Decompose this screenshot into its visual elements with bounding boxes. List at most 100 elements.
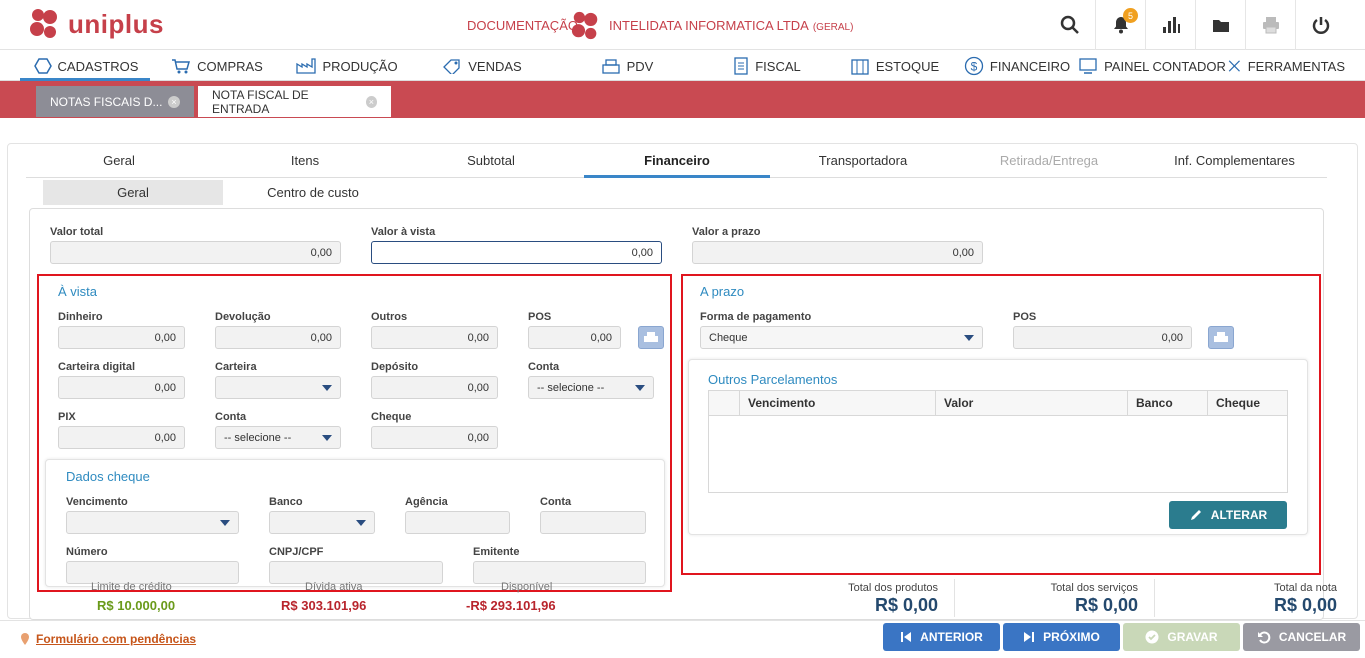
menu-fiscal[interactable]: FISCAL [702,51,832,81]
proximo-button[interactable]: PRÓXIMO [1003,623,1120,651]
chevron-down-icon [964,335,974,341]
tab-retirada-entrega[interactable]: Retirada/Entrega [956,147,1142,178]
alterar-button[interactable]: ALTERAR [1169,501,1287,529]
pos-prazo-label: POS [1013,311,1037,323]
doc-tab-notas-fiscais[interactable]: NOTAS FISCAIS D... × [36,86,194,117]
pos-prazo-button[interactable] [1208,326,1234,349]
tab-transportadora[interactable]: Transportadora [770,147,956,178]
conta-cheque-field[interactable] [540,511,646,534]
valor-total-field[interactable]: 0,00 [50,241,341,264]
search-icon[interactable] [1045,0,1095,50]
subtab-centro-custo[interactable]: Centro de custo [223,180,403,205]
anterior-button[interactable]: ANTERIOR [883,623,1000,651]
subtab-geral[interactable]: Geral [43,180,223,205]
valor-prazo-field[interactable]: 0,00 [692,241,983,264]
menu-cadastros[interactable]: CADASTROS [0,51,152,81]
divida-ativa-value: R$ 303.101,96 [281,598,367,613]
menu-label: PRODUÇÃO [322,58,398,74]
tab-inf-complementares[interactable]: Inf. Complementares [1142,147,1327,178]
proximo-label: PRÓXIMO [1043,630,1100,644]
agencia-label: Agência [405,496,448,508]
folder-icon[interactable] [1195,0,1245,50]
outros-field[interactable]: 0,00 [371,326,498,349]
tab-itens[interactable]: Itens [212,147,398,178]
forma-pagamento-select[interactable]: Cheque [700,326,983,349]
grid-header-banco[interactable]: Banco [1127,391,1207,415]
grid-header-vencimento[interactable]: Vencimento [739,391,935,415]
parcelamentos-grid[interactable]: Vencimento Valor Banco Cheque [708,390,1288,493]
emitente-field[interactable] [473,561,646,584]
logo-icon [30,9,57,38]
cart-icon [172,59,191,74]
total-nota-value: R$ 0,00 [1273,595,1337,615]
menu-producao[interactable]: PRODUÇÃO [282,51,412,81]
numero-label: Número [66,546,108,558]
menu-compras[interactable]: COMPRAS [152,51,282,81]
vencimento-date[interactable] [66,511,239,534]
close-icon[interactable]: × [365,95,377,108]
total-servicos-value: R$ 0,00 [1074,595,1138,615]
disponivel-value: -R$ 293.101,96 [466,598,556,613]
tab-geral[interactable]: Geral [26,147,212,178]
vencimento-label: Vencimento [66,496,128,508]
menu-pdv[interactable]: PDV [552,51,702,81]
pos-button[interactable] [638,326,664,349]
gravar-button[interactable]: GRAVAR [1123,623,1240,651]
menu-ferramentas[interactable]: FERRAMENTAS [1227,51,1345,81]
dollar-icon: $ [964,56,984,76]
dinheiro-field[interactable]: 0,00 [58,326,185,349]
tools-icon [1228,60,1240,72]
doc-tab-nota-entrada[interactable]: NOTA FISCAL DE ENTRADA × [198,86,391,117]
conta-select[interactable]: -- selecione -- [528,376,654,399]
limite-credito-label: Limite de crédito [91,581,172,593]
deposito-field[interactable]: 0,00 [371,376,498,399]
hexagon-icon [33,58,52,74]
menu-financeiro[interactable]: $ FINANCEIRO [957,51,1077,81]
grid-divider [709,415,1287,416]
devolucao-field[interactable]: 0,00 [215,326,341,349]
agencia-field[interactable] [405,511,510,534]
doc-tab-label: NOTA FISCAL DE ENTRADA [212,87,309,116]
forma-pagamento-label: Forma de pagamento [700,311,812,323]
menu-painel-contador[interactable]: PAINEL CONTADOR [1077,51,1227,81]
print-icon[interactable] [1245,0,1295,50]
conta-cheque-label: Conta [540,496,572,508]
valor-vista-field[interactable]: 0,00 [371,241,662,264]
emitente-label: Emitente [473,546,520,558]
factory-icon [296,58,317,74]
carteira-select[interactable] [215,376,341,399]
menu-vendas[interactable]: VENDAS [412,51,552,81]
cheque-field[interactable]: 0,00 [371,426,498,449]
pendencias-link[interactable]: Formulário com pendências [20,632,196,646]
conta2-select[interactable]: -- selecione -- [215,426,341,449]
devolucao-label: Devolução [215,311,271,323]
form-tabs: Geral Itens Subtotal Financeiro Transpor… [26,147,1327,178]
banco-select[interactable] [269,511,375,534]
pix-field[interactable]: 0,00 [58,426,185,449]
deposito-label: Depósito [371,361,419,373]
grid-header-cheque[interactable]: Cheque [1207,391,1287,415]
pos-prazo-field[interactable]: 0,00 [1013,326,1192,349]
cancelar-button[interactable]: CANCELAR [1243,623,1360,651]
chevron-down-icon [220,520,230,526]
carteira-digital-field[interactable]: 0,00 [58,376,185,399]
gravar-label: GRAVAR [1167,630,1218,644]
pos-field[interactable]: 0,00 [528,326,621,349]
undo-icon [1257,631,1271,644]
close-icon[interactable]: × [168,95,180,108]
grid-header-valor[interactable]: Valor [935,391,1127,415]
limite-credito-value: R$ 10.000,00 [97,598,176,613]
power-icon[interactable] [1295,0,1345,50]
tab-financeiro[interactable]: Financeiro [584,147,770,178]
chart-icon[interactable] [1145,0,1195,50]
tab-subtotal[interactable]: Subtotal [398,147,584,178]
documentation-link[interactable]: DOCUMENTAÇÃO [467,18,578,33]
company-selector[interactable]: INTELIDATA INFORMATICA LTDA (GERAL) [609,18,853,33]
bell-icon[interactable]: 5 [1095,0,1145,50]
printer-icon [644,331,658,342]
menu-estoque[interactable]: ESTOQUE [832,51,957,81]
logo[interactable]: uniplus [28,6,164,42]
menu-label: FINANCEIRO [989,58,1071,74]
box-icon [851,59,869,75]
grid-header-select [709,391,739,415]
